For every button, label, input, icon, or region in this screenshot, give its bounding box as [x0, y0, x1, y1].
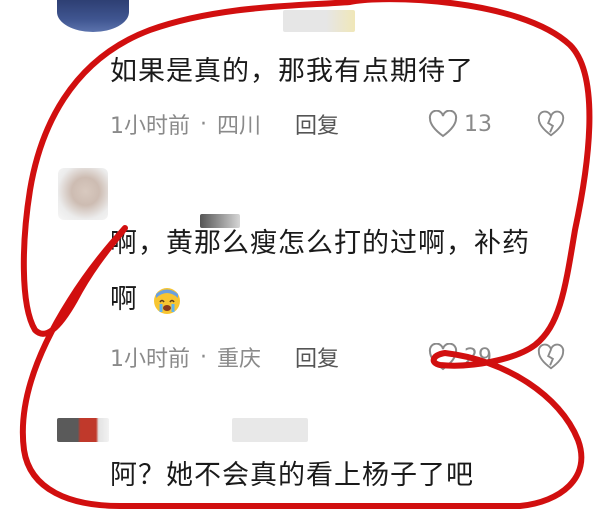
- username-redacted[interactable]: [283, 10, 355, 32]
- timestamp: 1小时前: [110, 114, 190, 139]
- like-count: 29: [464, 344, 492, 370]
- like-count: 13: [464, 111, 492, 137]
- username-redacted[interactable]: [232, 418, 308, 442]
- comment-text: 如果是真的，那我有点期待了: [110, 56, 474, 87]
- location: 四川: [217, 114, 262, 139]
- heart-icon: [428, 110, 458, 138]
- location: 重庆: [217, 347, 262, 372]
- separator: ·: [200, 111, 207, 137]
- heart-icon: [428, 343, 458, 371]
- comment-meta: 1小时前 · 重庆 回复: [110, 340, 339, 374]
- comment-text-line-2: 啊: [110, 276, 570, 324]
- broken-heart-icon: [537, 110, 565, 137]
- dislike-button[interactable]: [537, 107, 565, 141]
- like-button[interactable]: 13: [428, 107, 492, 141]
- dislike-button[interactable]: [537, 340, 565, 374]
- reply-button[interactable]: 回复: [295, 341, 339, 373]
- comment-text: 阿？她不会真的看上杨子了吧: [110, 460, 474, 491]
- timestamp: 1小时前: [110, 347, 190, 372]
- broken-heart-icon: [537, 343, 565, 370]
- reply-button[interactable]: 回复: [295, 108, 339, 140]
- avatar[interactable]: [57, 418, 109, 442]
- comment-meta: 1小时前 · 四川 回复: [110, 107, 339, 141]
- comment-text: 啊，黄那么瘦怎么打的过啊，补药 啊: [110, 220, 570, 324]
- like-button[interactable]: 29: [428, 340, 492, 374]
- avatar[interactable]: [58, 168, 108, 220]
- crying-face-emoji: [153, 287, 180, 314]
- separator: ·: [200, 344, 207, 370]
- avatar[interactable]: [57, 0, 129, 32]
- comment-text-line-1: 啊，黄那么瘦怎么打的过啊，补药: [110, 228, 530, 259]
